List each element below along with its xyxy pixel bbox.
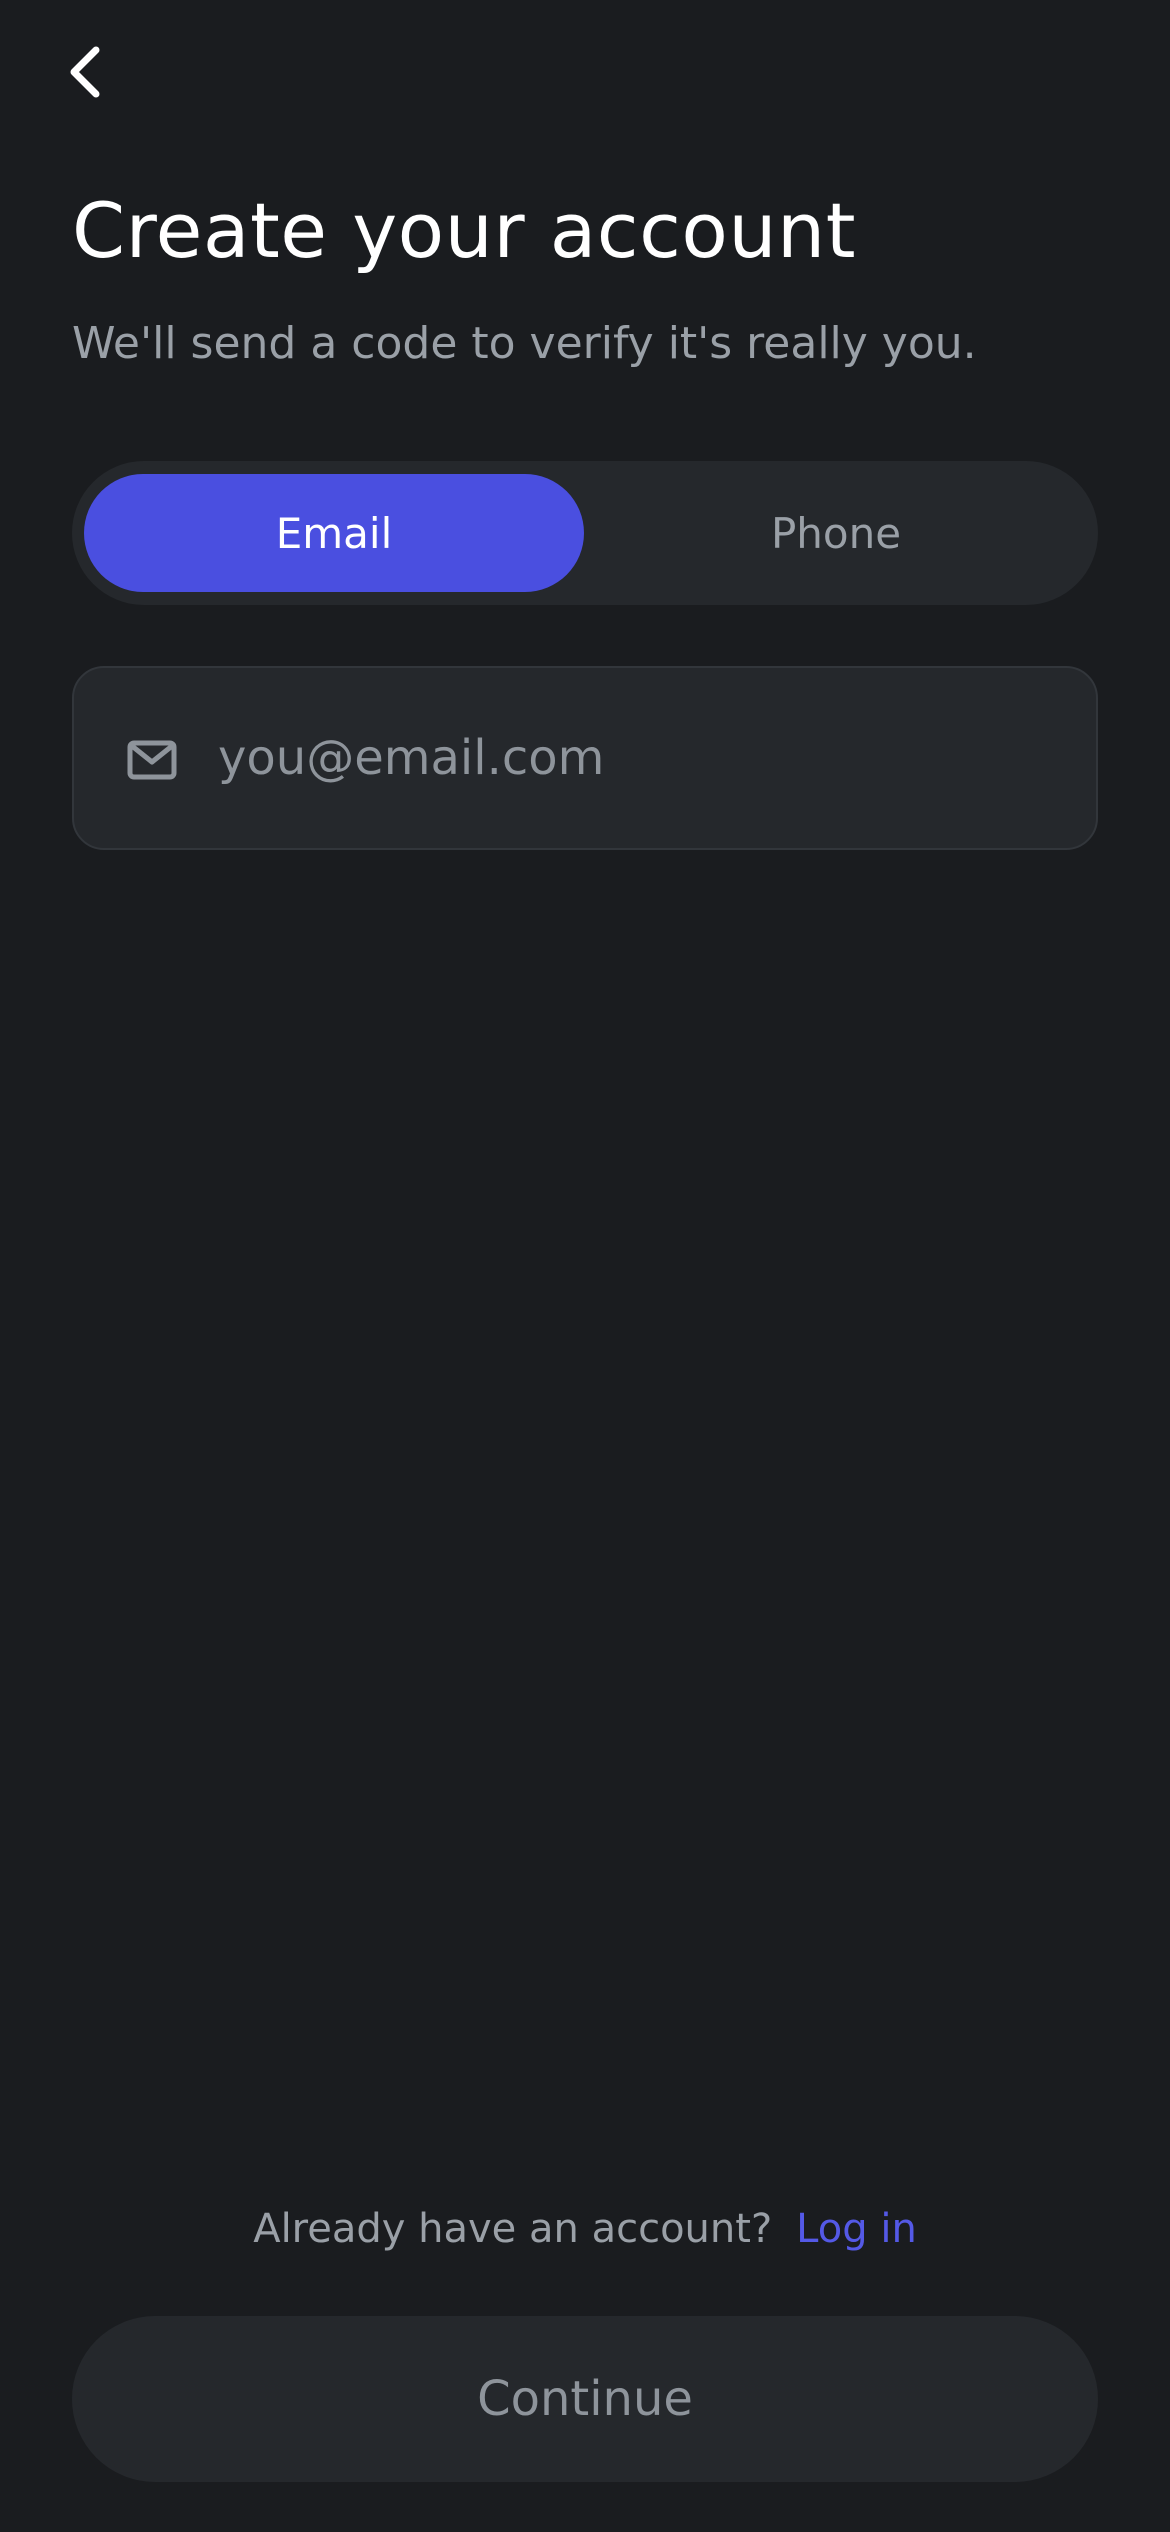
continue-button[interactable]: Continue [72, 2316, 1098, 2482]
back-button[interactable] [64, 32, 144, 112]
mail-icon [127, 740, 177, 780]
tab-email[interactable]: Email [84, 474, 584, 592]
page-subtitle: We'll send a code to verify it's really … [72, 318, 977, 369]
login-prompt: Already have an account? [253, 2206, 773, 2252]
login-row: Already have an account? Log in [0, 2206, 1170, 2252]
contact-method-toggle: Email Phone [72, 461, 1098, 605]
chevron-left-icon [64, 42, 104, 102]
tab-phone[interactable]: Phone [586, 474, 1086, 592]
page-title: Create your account [72, 186, 857, 275]
email-field[interactable] [72, 666, 1098, 850]
login-link[interactable]: Log in [796, 2206, 917, 2252]
email-input[interactable] [218, 708, 1058, 808]
